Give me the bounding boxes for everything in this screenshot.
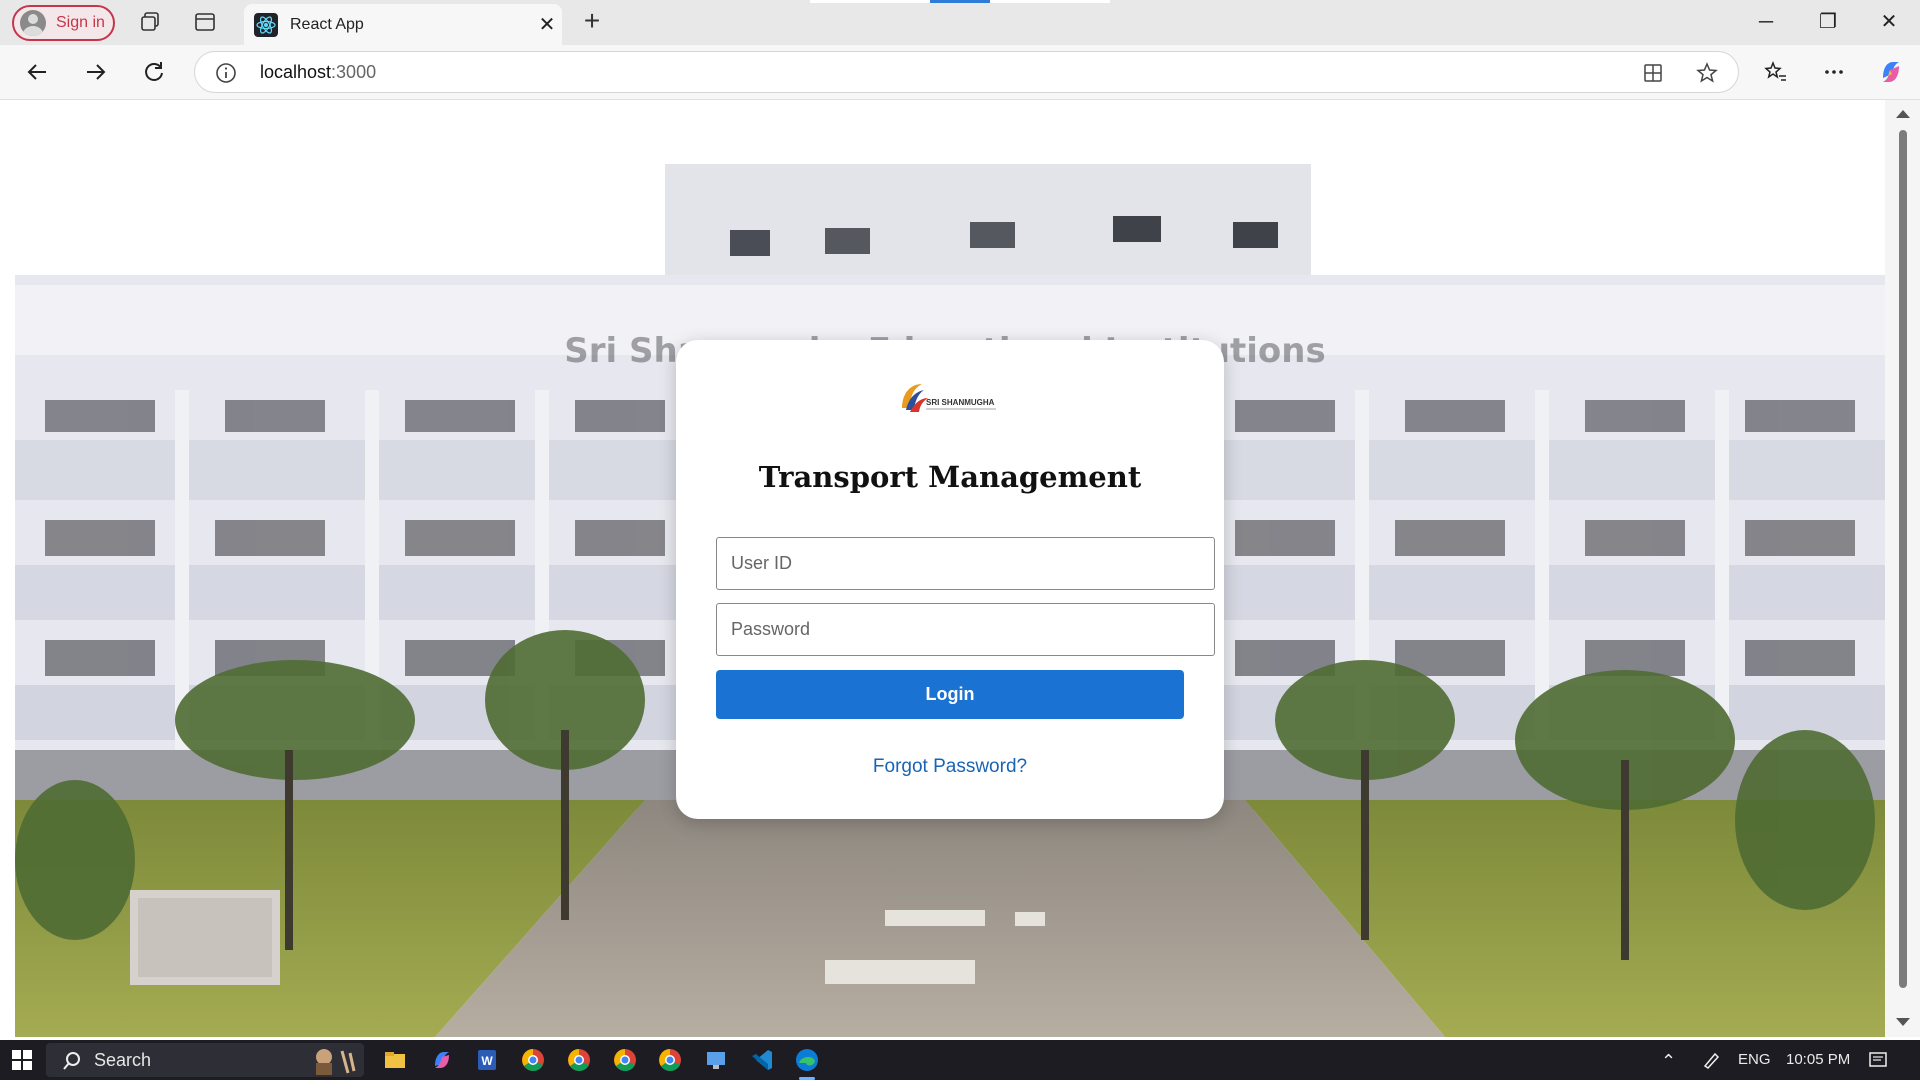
favorites-icon[interactable] [1762,58,1790,86]
close-tab-icon[interactable]: ✕ [532,10,562,40]
edge-app-active[interactable] [793,1046,821,1080]
back-icon[interactable] [22,57,52,87]
close-window-icon[interactable]: ✕ [1866,8,1912,36]
user-id-input[interactable] [716,537,1215,590]
tab-title: React App [290,15,364,33]
chrome-icon-2[interactable] [565,1046,593,1074]
search-highlight-art-icon [316,1049,356,1075]
windows-start-icon[interactable] [12,1050,32,1070]
clock[interactable]: 10:05 PM [1786,1051,1850,1068]
tab-bar: Sign in React App ✕ + ─ ❐ ✕ [0,0,1920,45]
address-bar: localhost:3000 [0,45,1920,100]
copilot-icon[interactable] [1877,58,1905,86]
file-explorer-icon[interactable] [381,1046,409,1074]
url-box[interactable]: localhost:3000 [194,51,1739,93]
favorite-star-icon[interactable] [1695,61,1719,85]
scroll-down-arrow-icon[interactable] [1896,1018,1910,1026]
url-text: localhost:3000 [260,62,377,82]
chrome-icon-1[interactable] [519,1046,547,1074]
new-tab-icon[interactable]: + [578,7,606,36]
computer-app-icon[interactable] [702,1046,730,1074]
forward-icon[interactable] [81,57,111,87]
login-card: SRI SHANMUGHA Transport Management Login… [676,340,1224,819]
search-icon [63,1052,80,1070]
avatar-icon [20,10,46,36]
react-icon [254,12,278,37]
vertical-tabs-icon[interactable] [193,10,217,34]
minimize-icon[interactable]: ─ [1743,8,1789,36]
word-icon[interactable]: W [473,1046,501,1074]
sign-in-label: Sign in [56,14,105,31]
svg-text:W: W [481,1054,493,1068]
workspaces-icon[interactable] [138,10,162,34]
more-options-icon[interactable] [1820,58,1848,86]
app-available-icon[interactable] [1641,61,1665,85]
scroll-up-arrow-icon[interactable] [1896,110,1910,118]
login-button[interactable]: Login [716,670,1184,719]
scroll-thumb[interactable] [1899,130,1907,988]
language-indicator[interactable]: ENG [1738,1051,1771,1068]
notifications-icon[interactable] [1868,1050,1888,1070]
svg-text:SRI SHANMUGHA: SRI SHANMUGHA [926,398,995,407]
chrome-icon-4[interactable] [656,1046,684,1074]
tab-react-app[interactable]: React App ✕ [244,4,562,45]
tab-strip-indicator [930,0,990,3]
info-icon[interactable] [215,62,237,84]
password-input[interactable] [716,603,1215,656]
restore-icon[interactable]: ❐ [1805,8,1851,36]
tray-chevron-up-icon[interactable]: ⌃ [1661,1051,1676,1072]
edge-icon [796,1049,818,1071]
forgot-password-link[interactable]: Forgot Password? [676,756,1224,778]
vertical-scrollbar[interactable] [1885,100,1920,1037]
taskbar-search-box[interactable]: Search [46,1043,364,1077]
copilot-app-icon[interactable] [428,1046,456,1074]
refresh-icon[interactable] [139,57,169,87]
chrome-icon-3[interactable] [611,1046,639,1074]
search-label: Search [94,1050,152,1070]
page-title: Transport Management [758,460,1142,494]
sign-in-button[interactable]: Sign in [12,5,115,41]
windows-taskbar: Search W ⌃ ENG 10:05 PM [0,1040,1920,1080]
pen-icon[interactable] [1701,1050,1721,1070]
page-viewport: Sri Shanmugha Educational Institutions [5,100,1885,1037]
vscode-icon[interactable] [748,1046,776,1074]
sri-shanmugha-logo: SRI SHANMUGHA [902,384,996,412]
